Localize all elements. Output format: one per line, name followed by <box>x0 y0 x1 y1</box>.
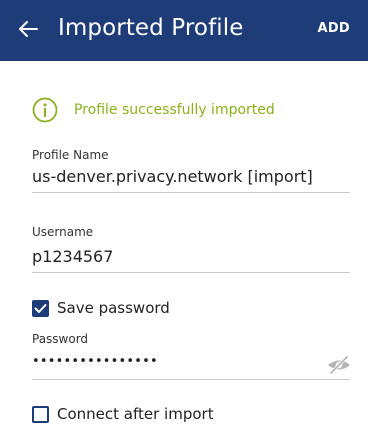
username-field[interactable]: p1234567 <box>32 246 113 268</box>
save-password-checkbox-row[interactable]: Save password <box>32 298 170 318</box>
profile-name-label: Profile Name <box>32 148 109 162</box>
username-underline <box>32 272 350 273</box>
profile-name-underline <box>32 192 350 193</box>
save-password-label: Save password <box>57 299 170 317</box>
save-password-checkbox[interactable] <box>32 299 49 317</box>
back-button[interactable] <box>14 14 42 44</box>
checkmark-icon <box>34 303 47 313</box>
username-label: Username <box>32 225 94 239</box>
connect-after-import-checkbox-row[interactable]: Connect after import <box>32 404 214 424</box>
app-bar: Imported Profile ADD <box>0 0 368 61</box>
profile-name-field[interactable]: us-denver.privacy.network [import] <box>32 166 313 188</box>
info-circle-icon <box>32 97 58 123</box>
success-text: Profile successfully imported <box>74 102 275 118</box>
eye-off-icon <box>328 355 350 375</box>
password-underline <box>32 379 350 380</box>
toggle-password-visibility-button[interactable] <box>326 355 352 375</box>
page-title: Imported Profile <box>58 15 244 41</box>
connect-after-import-checkbox[interactable] <box>32 405 49 423</box>
password-field[interactable]: •••••••••••••••• <box>32 351 158 373</box>
connect-after-import-label: Connect after import <box>57 405 214 423</box>
password-label: Password <box>32 332 89 346</box>
add-button[interactable]: ADD <box>317 20 350 38</box>
success-message: Profile successfully imported <box>32 96 275 124</box>
arrow-left-icon <box>19 21 38 37</box>
